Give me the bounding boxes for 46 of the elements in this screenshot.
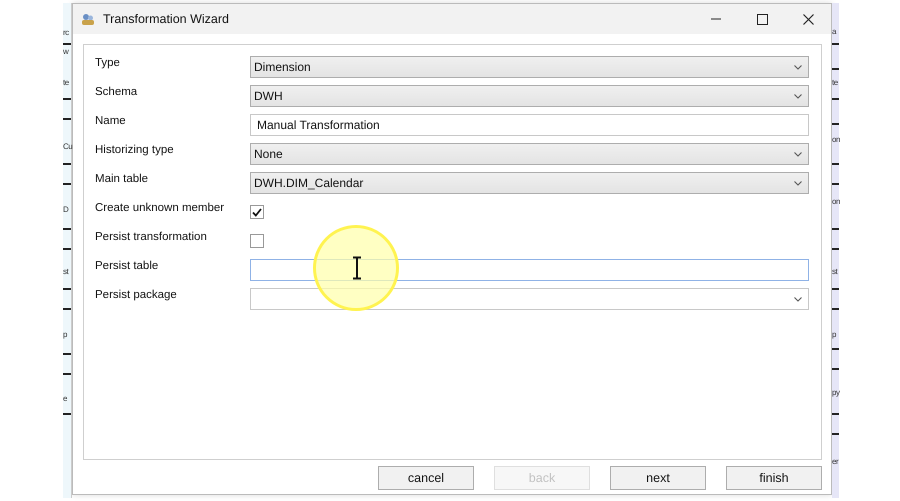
- wizard-button[interactable]: finish: [726, 466, 822, 490]
- field-label: Persist table: [95, 259, 160, 274]
- close-icon[interactable]: [802, 14, 814, 24]
- app-icon: [81, 12, 95, 26]
- field-label: Main table: [95, 172, 150, 188]
- background-text: rc: [63, 28, 69, 37]
- background-text: te: [63, 78, 69, 87]
- text-field[interactable]: Manual Transformation: [250, 114, 809, 136]
- chevron-icon: [794, 296, 802, 302]
- dropdown-field[interactable]: DWH.DIM_Calendar: [250, 172, 809, 194]
- background-text: Cu: [63, 142, 72, 151]
- window-title: Transformation Wizard: [103, 10, 229, 28]
- dropdown-field[interactable]: None: [250, 143, 809, 165]
- dropdown-field[interactable]: [250, 288, 809, 310]
- chevron-icon: [794, 94, 802, 98]
- background-text: te: [832, 78, 838, 87]
- maximize-icon[interactable]: [756, 14, 768, 24]
- background-text: p: [832, 330, 836, 339]
- background-text: on: [832, 197, 840, 206]
- background-text: p: [63, 330, 67, 339]
- background-text: w: [63, 47, 68, 56]
- field-label: Historizing type: [95, 143, 175, 158]
- dropdown-field[interactable]: Dimension: [250, 56, 809, 78]
- field-label: Create unknown member: [95, 201, 226, 216]
- background-text: e: [63, 394, 67, 403]
- chevron-icon: [794, 64, 802, 70]
- field-label: Persist package: [95, 288, 178, 304]
- background-text: a: [832, 27, 836, 36]
- dropdown-field[interactable]: DWH: [250, 85, 809, 107]
- chevron-icon: [794, 180, 802, 186]
- background-text: py: [832, 388, 840, 397]
- chevron-icon: [794, 152, 802, 156]
- background-text: st: [832, 267, 838, 276]
- field-label: Schema: [95, 85, 138, 100]
- field-label: Type: [95, 56, 121, 72]
- checkbox[interactable]: [250, 205, 264, 219]
- field-label: Persist transformation: [95, 230, 208, 246]
- background-text: st: [63, 267, 68, 276]
- checkbox[interactable]: [250, 234, 264, 248]
- wizard-button[interactable]: next: [610, 466, 706, 490]
- background-text: D: [63, 205, 68, 214]
- field-label: Name: [95, 114, 127, 130]
- background-text: er: [832, 457, 838, 466]
- wizard-button[interactable]: cancel: [378, 466, 474, 490]
- background-text: on: [832, 135, 840, 144]
- text-cursor-icon: [351, 256, 363, 280]
